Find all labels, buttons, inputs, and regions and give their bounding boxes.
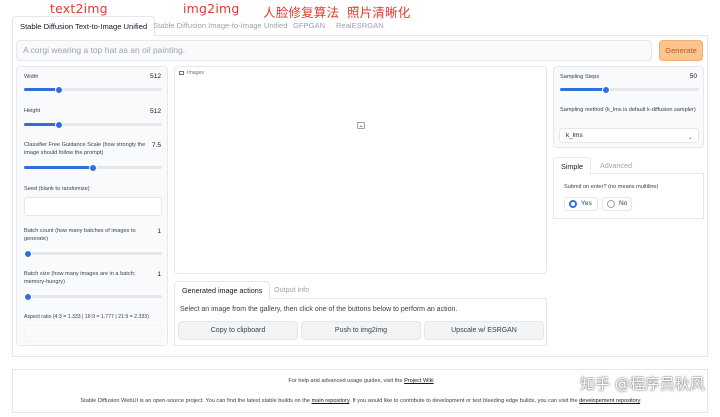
settings-panel-right: Sampling Steps 50 Sampling method (k_lms… (553, 66, 704, 148)
prompt-input[interactable]: A corgi wearing a top hat as an oil pain… (16, 40, 652, 61)
aspect-ratio-label: Aspect ratio (4:3 = 1.333 | 16:9 = 1.777… (24, 314, 149, 320)
height-value[interactable]: 512 (150, 108, 161, 115)
cfg-scale-label: Classifier Free Guidance Scale (how stro… (24, 142, 146, 156)
batch-size-label: Batch size (how many images are in a bat… (24, 271, 136, 285)
tab-gfpgan[interactable]: GFPGAN (293, 16, 325, 36)
sampling-steps-value[interactable]: 50 (690, 73, 697, 80)
tab-realesrgan[interactable]: RealESRGAN (336, 16, 384, 36)
batch-size-slider-handle[interactable] (24, 292, 32, 301)
image-placeholder-icon (357, 122, 365, 129)
tab-text-to-image[interactable]: Stable Diffusion Text-to-Image Unified (12, 16, 156, 37)
image-actions-panel: Select an image from the gallery, then c… (174, 299, 547, 346)
cfg-scale-slider-handle[interactable] (89, 163, 97, 172)
sampling-steps-slider-handle[interactable] (601, 85, 610, 94)
tab-advanced[interactable]: Advanced (600, 157, 632, 175)
footer-repo-line: Stable Diffusion WebUI is an open-source… (13, 398, 709, 404)
height-slider[interactable] (24, 120, 162, 129)
tab-output-info[interactable]: Output info (274, 281, 309, 299)
footer-help-text: For help and advanced usage guides, visi… (288, 378, 405, 384)
sampling-method-select[interactable]: k_lms ⌄ (559, 128, 699, 143)
images-label-text: Images (187, 70, 205, 76)
image-icon (179, 70, 184, 75)
footer-repo-text-a: Stable Diffusion WebUI is an open-source… (80, 398, 312, 404)
cfg-scale-slider[interactable] (24, 163, 162, 172)
width-value[interactable]: 512 (150, 73, 161, 80)
submit-on-enter-label: Submit on enter? (no means multiline) (564, 184, 659, 190)
watermark: 知乎 @程序员秋风 (580, 375, 705, 393)
radio-no-label: No (619, 200, 628, 207)
submit-tab-bar: Simple Advanced (553, 157, 704, 176)
seed-input[interactable] (24, 197, 162, 216)
batch-count-slider-handle[interactable] (24, 249, 32, 258)
batch-size-slider[interactable] (24, 292, 162, 301)
height-label: Height (24, 108, 41, 114)
height-slider-handle[interactable] (54, 120, 63, 129)
sampling-steps-slider[interactable] (560, 85, 699, 94)
radio-yes-label: Yes (581, 200, 592, 207)
batch-count-slider[interactable] (24, 249, 162, 258)
sampling-method-value: k_lms (566, 132, 583, 139)
annotation-text2img: text2img (50, 1, 108, 16)
output-tab-bar: Generated image actions Output info (174, 281, 547, 300)
batch-count-label: Batch count (how many batches of images … (24, 228, 136, 242)
sampling-steps-label: Sampling Steps (560, 74, 600, 80)
radio-unselected-icon (607, 200, 615, 208)
batch-size-value[interactable]: 1 (157, 271, 161, 278)
upscale-esrgan-button[interactable]: Upscale w/ ESRGAN (424, 321, 544, 340)
radio-selected-icon (569, 200, 577, 208)
push-to-img2img-button[interactable]: Push to img2img (301, 321, 421, 340)
generate-button[interactable]: Generate (659, 40, 703, 61)
width-slider[interactable] (24, 85, 162, 94)
settings-panel-left: Width 512 Height 512 Classifier Free Gui… (16, 66, 168, 346)
tab-generated-image-actions[interactable]: Generated image actions (174, 281, 271, 300)
submit-options-panel: Submit on enter? (no means multiline) Ye… (553, 174, 704, 219)
images-label: Images (179, 70, 204, 76)
width-slider-handle[interactable] (54, 85, 63, 94)
main-repository-link[interactable]: main repository (312, 398, 350, 404)
radio-no[interactable]: No (602, 197, 632, 211)
cfg-scale-value[interactable]: 7.5 (152, 142, 161, 149)
chevron-down-icon: ⌄ (687, 134, 693, 141)
aspect-ratio-input[interactable] (24, 325, 162, 342)
batch-count-value[interactable]: 1 (157, 228, 161, 235)
seed-label: Seed (blank to randomize) (24, 186, 90, 192)
copy-to-clipboard-button[interactable]: Copy to clipboard (178, 321, 298, 340)
radio-yes[interactable]: Yes (564, 197, 598, 211)
sampling-method-label: Sampling method (k_lms is default k-diff… (560, 107, 696, 113)
actions-instructions: Select an image from the gallery, then c… (180, 306, 458, 313)
footer-repo-text-b: . If you would like to contribute to dev… (349, 398, 580, 404)
image-gallery[interactable]: Images (174, 66, 547, 274)
main-tab-bar: Stable Diffusion Text-to-Image Unified S… (12, 16, 708, 37)
footer-repo-text-c: . (640, 398, 642, 404)
project-wiki-link[interactable]: Project Wiki (404, 378, 434, 384)
width-label: Width (24, 74, 39, 80)
tab-image-to-image[interactable]: Stable Diffusion Image-to-Image Unified (153, 16, 288, 36)
annotation-img2img: img2img (183, 1, 240, 16)
development-repository-link[interactable]: developement repository (579, 398, 640, 404)
